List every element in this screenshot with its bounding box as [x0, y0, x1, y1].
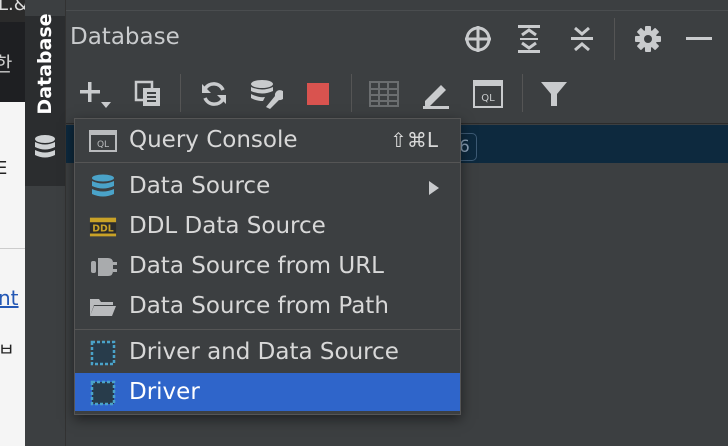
svg-text:QL: QL	[97, 140, 109, 150]
driver-icon	[89, 340, 117, 366]
add-icon[interactable]	[78, 76, 114, 112]
collapse-all-icon[interactable]	[564, 21, 600, 57]
background-fragment: 한	[0, 52, 13, 76]
filter-icon[interactable]	[536, 76, 572, 112]
minimize-icon[interactable]	[681, 21, 717, 57]
background-fragment: L.&	[0, 0, 25, 15]
expand-all-icon[interactable]	[511, 21, 547, 57]
ql-console-icon[interactable]: QL	[470, 76, 506, 112]
stop-icon[interactable]	[300, 76, 336, 112]
menu-item-label: Data Source from URL	[129, 253, 384, 279]
menu-item-label: DDL Data Source	[129, 213, 326, 239]
gear-icon[interactable]	[630, 21, 666, 57]
menu-item-ddl-data-source[interactable]: DDL DDL Data Source	[75, 207, 460, 245]
menu-item-label: Driver	[129, 379, 200, 405]
toolbar-separator	[351, 74, 352, 112]
svg-text:DDL: DDL	[92, 224, 113, 235]
database-icon	[89, 174, 117, 198]
crosshair-icon[interactable]	[460, 21, 496, 57]
menu-item-data-source-from-url[interactable]: Data Source from URL	[75, 247, 460, 285]
database-icon	[33, 134, 57, 166]
background-fragment: ㅂ	[0, 340, 15, 361]
menu-item-shortcut: ⇧⌘L	[390, 128, 438, 152]
edit-icon[interactable]	[418, 76, 454, 112]
background-link-fragment[interactable]: nt	[0, 286, 19, 310]
schema-settings-icon[interactable]	[248, 76, 284, 112]
background-divider	[0, 248, 25, 249]
panel-title: Database	[70, 24, 180, 50]
menu-item-driver-and-data-source[interactable]: Driver and Data Source	[75, 333, 460, 371]
header-separator	[614, 18, 615, 60]
ql-console-icon: QL	[89, 130, 117, 152]
panel-top-border	[66, 10, 728, 11]
menu-separator	[75, 162, 460, 163]
svg-text:QL: QL	[481, 93, 495, 104]
database-tab-label: Database	[34, 13, 56, 115]
copy-icon[interactable]	[130, 76, 166, 112]
menu-item-label: Data Source from Path	[129, 293, 389, 319]
folder-icon	[89, 296, 117, 318]
menu-item-label: Query Console	[129, 127, 298, 153]
background-app-edge: L.& 한 E nt ㅂ	[0, 0, 25, 446]
refresh-icon[interactable]	[196, 76, 232, 112]
menu-item-data-source[interactable]: Data Source	[75, 167, 460, 205]
driver-icon	[89, 380, 117, 406]
toolbar-separator	[180, 74, 181, 112]
submenu-arrow-icon	[428, 180, 440, 199]
ddl-icon: DDL	[89, 216, 117, 238]
database-tool-window-tab[interactable]: Database	[25, 13, 65, 186]
new-popup-menu: QL Query Console ⇧⌘L Data Source DDL DDL…	[74, 118, 461, 415]
menu-item-label: Driver and Data Source	[129, 339, 399, 365]
menu-item-driver[interactable]: Driver	[75, 373, 460, 411]
menu-item-query-console[interactable]: QL Query Console ⇧⌘L	[75, 121, 460, 159]
menu-item-data-source-from-path[interactable]: Data Source from Path	[75, 287, 460, 325]
menu-item-label: Data Source	[129, 173, 271, 199]
plug-icon	[89, 256, 117, 278]
toolbar-separator	[522, 74, 523, 112]
background-fragment: E	[0, 158, 8, 179]
table-icon[interactable]	[366, 76, 402, 112]
menu-separator	[75, 329, 460, 330]
